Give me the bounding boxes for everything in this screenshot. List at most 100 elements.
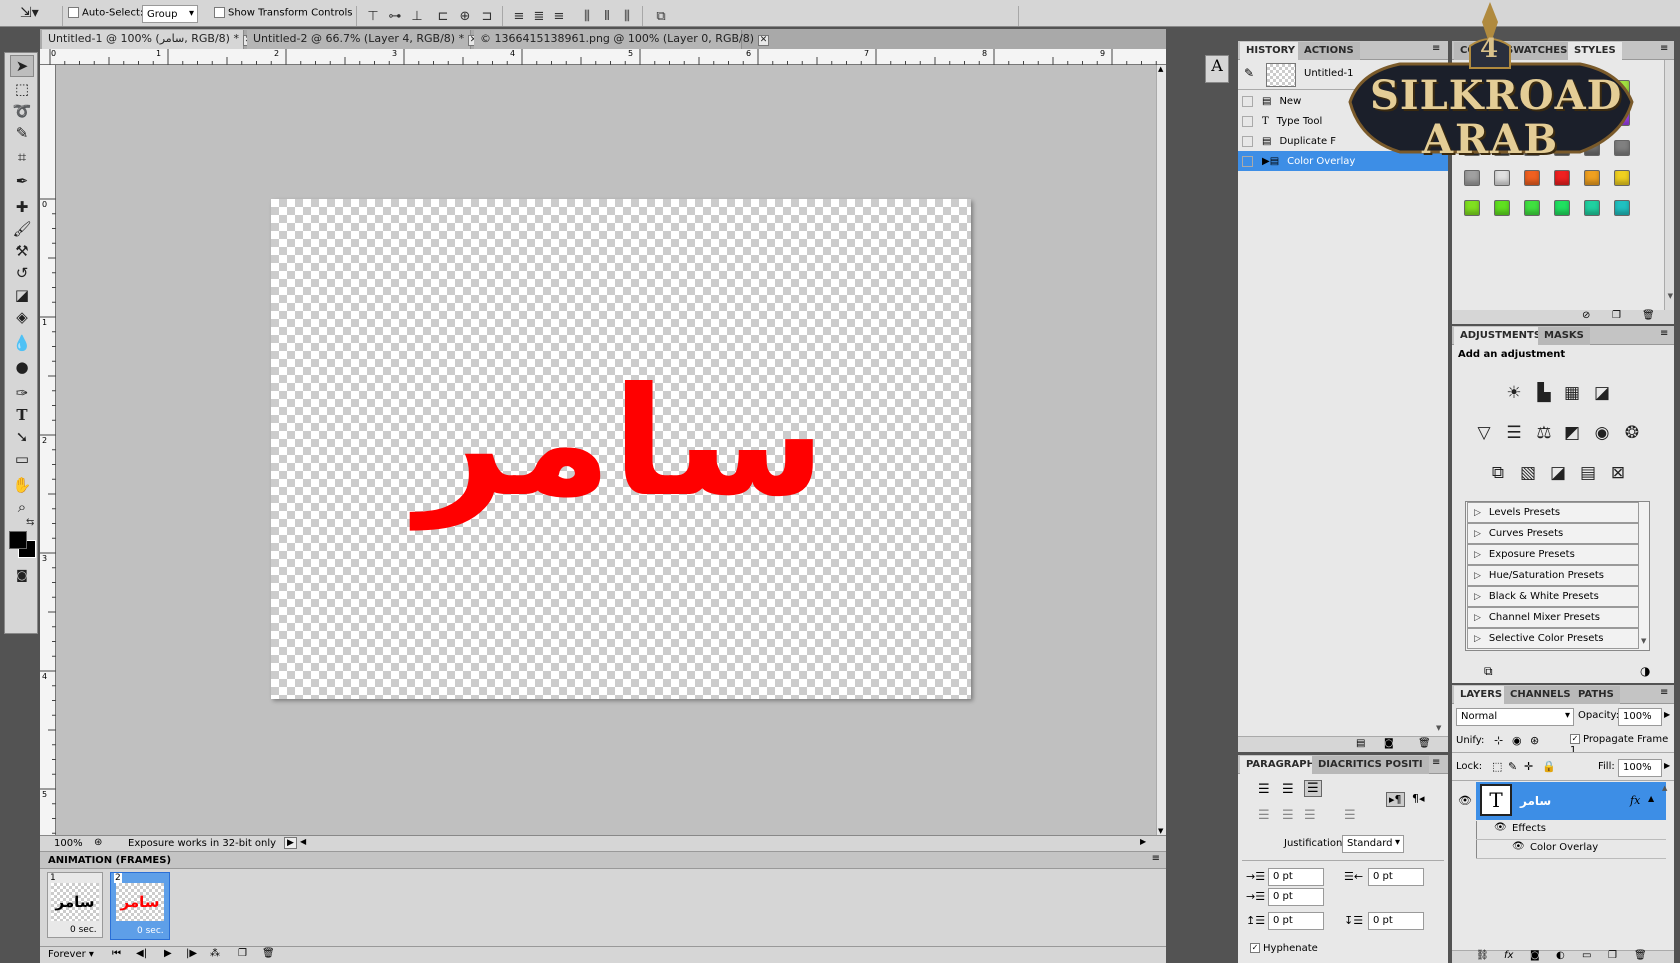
lock-transparency-icon[interactable]: ⬚ (1492, 760, 1502, 773)
doc-tab-untitled-2[interactable]: Untitled-2 @ 66.7% (Layer 4, RGB/8) *✕ (247, 30, 480, 49)
exposure-icon[interactable]: ◪ (1590, 381, 1614, 405)
indent-left-field[interactable]: 0 pt (1268, 868, 1324, 886)
foreground-color-swatch[interactable] (9, 531, 27, 549)
canvas-text-layer[interactable]: سامر (416, 368, 826, 518)
preset-levels[interactable]: ▷ Levels Presets (1467, 502, 1639, 523)
new-document-from-state-icon[interactable]: ▤ (1356, 738, 1365, 749)
posterize-icon[interactable]: ▧ (1516, 461, 1540, 485)
brush-tool-icon[interactable]: 🖌 (10, 218, 34, 240)
delete-icon[interactable]: 🗑 (1634, 950, 1647, 961)
hyphenate-checkbox[interactable]: ✓ Hyphenate (1250, 943, 1318, 954)
play-icon[interactable]: ▶ (164, 948, 172, 959)
preset-channel-mixer[interactable]: ▷ Channel Mixer Presets (1467, 607, 1639, 628)
crop-tool-icon[interactable]: ⌗ (10, 146, 34, 168)
opacity-arrow-icon[interactable]: ▶ (1664, 710, 1670, 719)
fill-arrow-icon[interactable]: ▶ (1664, 761, 1670, 770)
hue-saturation-icon[interactable]: ☰ (1502, 421, 1526, 445)
delete-icon[interactable]: 🗑 (1642, 310, 1655, 321)
pen-tool-icon[interactable]: ✑ (10, 382, 34, 404)
auto-align-icon[interactable]: ⧉ (652, 7, 670, 25)
preset-black-white[interactable]: ▷ Black & White Presets (1467, 586, 1639, 607)
blend-mode-dropdown[interactable]: Normal ▾ (1456, 708, 1574, 726)
space-before-field[interactable]: 0 pt (1268, 912, 1324, 930)
style-swatch[interactable] (1554, 200, 1570, 216)
panel-menu-icon[interactable]: ≡ (1152, 853, 1160, 864)
distribute-left-icon[interactable]: ⫼ (578, 7, 596, 25)
new-frame-icon[interactable]: ❐ (238, 948, 247, 959)
auto-select-dropdown[interactable]: Group ▾ (142, 5, 198, 23)
tab-history[interactable]: HISTORY (1240, 42, 1302, 60)
animation-frame-2[interactable]: 2 سامر 0 sec. (110, 872, 170, 940)
align-left-icon[interactable]: ⊏ (434, 7, 452, 25)
tab-diacritics-position[interactable]: DIACRITICS POSITI (1312, 756, 1429, 774)
show-transform-checkbox[interactable]: Show Transform Controls (214, 7, 352, 19)
space-after-field[interactable]: 0 pt (1368, 912, 1424, 930)
scroll-left-icon[interactable]: ◀ (300, 837, 306, 846)
brightness-contrast-icon[interactable]: ☀ (1502, 381, 1526, 405)
effect-color-overlay[interactable]: Color Overlay (1530, 842, 1598, 853)
scroll-right-icon[interactable]: ▶ (1140, 837, 1146, 846)
justify-all-icon[interactable]: ☰ (1344, 808, 1356, 823)
delete-frame-icon[interactable]: 🗑 (262, 948, 275, 959)
zoom-tool-icon[interactable]: ⌕ (10, 496, 34, 518)
paint-bucket-tool-icon[interactable]: ◈ (10, 306, 34, 328)
blur-tool-icon[interactable]: 💧 (10, 332, 34, 354)
distribute-bottom-icon[interactable]: ≡ (550, 7, 568, 25)
swap-colors-icon[interactable]: ⇆ (26, 517, 34, 528)
new-layer-icon[interactable]: ❐ (1608, 950, 1617, 961)
animation-frame-1[interactable]: 1 سامر 0 sec. (47, 872, 103, 938)
layer-name[interactable]: سامر (1520, 794, 1551, 808)
preset-hue-saturation[interactable]: ▷ Hue/Saturation Presets (1467, 565, 1639, 586)
align-right-icon[interactable]: ⊐ (478, 7, 496, 25)
move-tool-preset[interactable]: ⇲▾ (20, 5, 56, 23)
close-icon[interactable]: ✕ (758, 35, 770, 46)
lock-pixels-icon[interactable]: ✎ (1508, 760, 1517, 773)
panel-menu-icon[interactable]: ≡ (1432, 757, 1440, 768)
hand-tool-icon[interactable]: ✋ (10, 474, 34, 496)
distribute-top-icon[interactable]: ≡ (510, 7, 528, 25)
status-menu-arrow-icon[interactable]: ▶ (284, 837, 297, 849)
gradient-map-icon[interactable]: ▤ (1576, 461, 1600, 485)
preset-exposure[interactable]: ▷ Exposure Presets (1467, 544, 1639, 565)
doc-tab-untitled-1[interactable]: Untitled-1 @ 100% (سامر, RGB/8) *✕ (42, 30, 254, 49)
black-white-icon[interactable]: ◩ (1560, 421, 1584, 445)
quick-select-tool-icon[interactable]: ✎ (10, 122, 34, 144)
distribute-hcenter-icon[interactable]: ⫴ (598, 7, 616, 25)
color-balance-icon[interactable]: ⚖ (1532, 421, 1556, 445)
quick-mask-icon[interactable]: ◙ (10, 564, 34, 586)
fx-icon[interactable]: fx (1630, 794, 1640, 807)
scroll-up-icon[interactable]: ▲ (1158, 65, 1163, 73)
scroll-down-icon[interactable]: ▼ (1436, 724, 1441, 732)
link-layers-icon[interactable]: ⛓ (1476, 950, 1489, 961)
history-brush-tool-icon[interactable]: ↺ (10, 262, 34, 284)
frame-delay[interactable]: 0 sec. (137, 926, 164, 936)
add-mask-icon[interactable]: ◙ (1530, 950, 1540, 961)
first-frame-icon[interactable]: ⏮ (112, 948, 121, 959)
rtl-direction-icon[interactable]: ▸¶ (1386, 792, 1405, 807)
move-tool-icon[interactable]: ➤ (10, 55, 34, 77)
eye-icon[interactable]: 👁 (1512, 841, 1525, 852)
tab-channels[interactable]: CHANNELS (1504, 686, 1577, 704)
scroll-down-icon[interactable]: ▼ (1641, 637, 1646, 645)
type-tool-icon[interactable]: T (10, 404, 34, 426)
document-canvas[interactable]: سامر (271, 199, 971, 699)
status-info-icon[interactable]: ⊛ (94, 837, 102, 848)
opacity-field[interactable]: 100% (1618, 708, 1662, 726)
delete-icon[interactable]: 🗑 (1418, 738, 1431, 749)
eye-icon[interactable]: 👁 (1458, 794, 1472, 807)
tab-layers[interactable]: LAYERS (1454, 686, 1509, 704)
character-panel-icon[interactable]: A (1205, 55, 1229, 83)
eye-icon[interactable]: 👁 (1494, 822, 1507, 833)
align-left-text-icon[interactable]: ☰ (1258, 782, 1270, 797)
marquee-tool-icon[interactable]: ⬚ (10, 78, 34, 100)
lock-all-icon[interactable]: 🔒 (1542, 760, 1556, 773)
tab-masks[interactable]: MASKS (1538, 327, 1590, 345)
preset-curves[interactable]: ▷ Curves Presets (1467, 523, 1639, 544)
preset-selective-color[interactable]: ▷ Selective Color Presets (1467, 628, 1639, 649)
style-swatch[interactable] (1464, 200, 1480, 216)
levels-icon[interactable]: ▙ (1532, 381, 1556, 405)
dodge-tool-icon[interactable]: ● (10, 356, 34, 378)
tab-paths[interactable]: PATHS (1572, 686, 1620, 704)
unify-position-icon[interactable]: ⊹ (1494, 734, 1503, 747)
distribute-right-icon[interactable]: ⫼ (618, 7, 636, 25)
